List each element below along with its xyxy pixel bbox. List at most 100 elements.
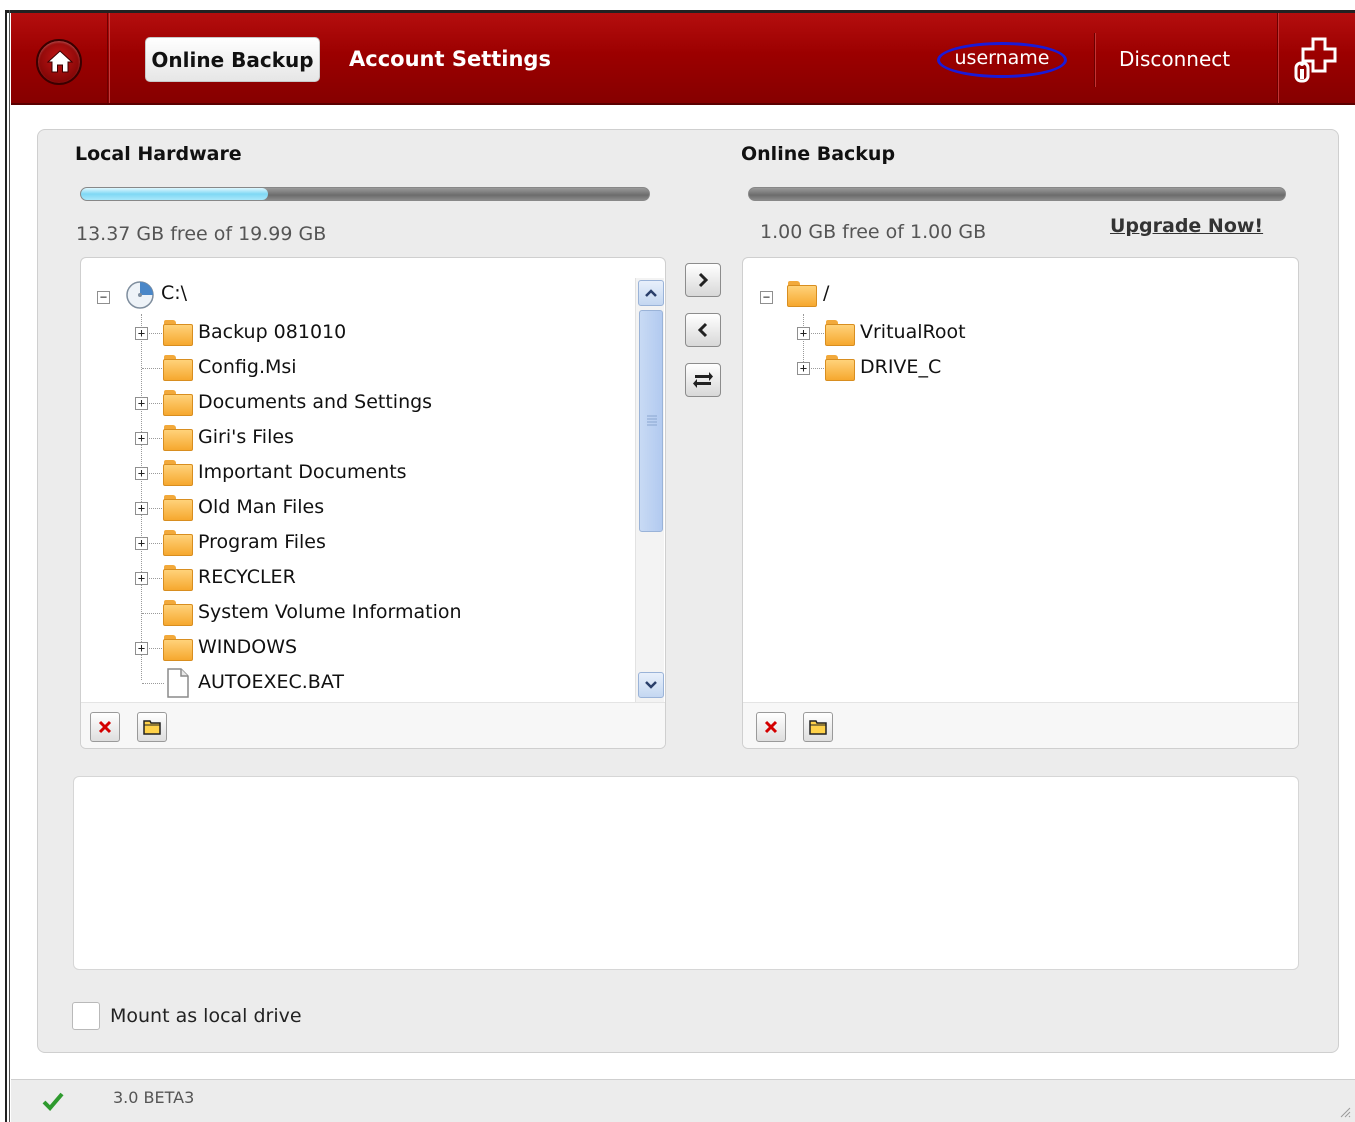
folder-icon [143, 720, 161, 735]
folder-icon [163, 600, 193, 626]
expand-toggle[interactable]: + [135, 467, 148, 480]
expand-toggle[interactable]: + [135, 502, 148, 515]
tree-item-label[interactable]: Documents and Settings [198, 391, 432, 413]
tree-item-label[interactable]: Backup 081010 [198, 321, 346, 343]
folder-icon [825, 355, 855, 381]
disconnect-button[interactable]: Disconnect [1119, 37, 1230, 82]
collapse-toggle[interactable]: − [760, 291, 773, 304]
folder-icon [809, 720, 827, 735]
collapse-toggle[interactable]: − [97, 291, 110, 304]
mount-checkbox[interactable] [72, 1002, 100, 1030]
expand-toggle[interactable]: + [135, 327, 148, 340]
tree-item-label[interactable]: AUTOEXEC.BAT [198, 671, 344, 693]
online-backup-title: Online Backup [741, 143, 896, 165]
nav-divider [109, 13, 110, 103]
local-tree-scrollbar[interactable] [635, 278, 664, 702]
chevron-right-icon [698, 272, 709, 288]
folder-icon [787, 281, 817, 307]
tree-item-label[interactable]: RECYCLER [198, 566, 296, 588]
new-folder-button[interactable] [137, 712, 167, 742]
tab-online-backup[interactable]: Online Backup [145, 37, 320, 82]
home-cell [11, 13, 108, 103]
online-tree-toolbar [743, 702, 1298, 748]
sync-icon [693, 372, 713, 388]
close-icon [764, 720, 778, 734]
folder-icon [163, 495, 193, 521]
sync-button[interactable] [685, 363, 721, 397]
version-label: 3.0 BETA3 [113, 1088, 195, 1107]
backup-panel: Local Hardware 13.37 GB free of 19.99 GB… [37, 129, 1339, 1053]
folder-icon [163, 390, 193, 416]
chevron-up-icon [645, 289, 657, 297]
folder-icon [825, 320, 855, 346]
copy-to-online-button[interactable] [685, 263, 721, 297]
expand-toggle[interactable]: + [797, 362, 810, 375]
folder-icon [163, 565, 193, 591]
copy-to-local-button[interactable] [685, 313, 721, 347]
online-file-tree: − / + VritualRoot + DRIVE_C [742, 257, 1299, 749]
header-separator [1094, 33, 1096, 87]
upgrade-now-link[interactable]: Upgrade Now! [1110, 215, 1263, 237]
plugin-icon[interactable] [1291, 33, 1349, 87]
folder-icon [163, 425, 193, 451]
close-icon [98, 720, 112, 734]
scroll-up-button[interactable] [638, 280, 664, 306]
header-bar: Online Backup Account Settings username … [11, 13, 1355, 105]
tree-connector [142, 683, 164, 684]
tree-item-label[interactable]: Old Man Files [198, 496, 324, 518]
scroll-thumb[interactable] [639, 310, 663, 532]
resize-grip-icon[interactable] [1339, 1106, 1351, 1118]
folder-icon [163, 635, 193, 661]
local-tree-toolbar [81, 702, 665, 748]
folder-icon [163, 355, 193, 381]
tree-item-label[interactable]: WINDOWS [198, 636, 297, 658]
online-space-text: 1.00 GB free of 1.00 GB [760, 221, 987, 243]
folder-icon [163, 530, 193, 556]
username-label[interactable]: username [937, 42, 1067, 78]
tree-item-label[interactable]: Program Files [198, 531, 326, 553]
tree-item-label[interactable]: Important Documents [198, 461, 407, 483]
tree-connector [142, 368, 164, 369]
expand-toggle[interactable]: + [135, 572, 148, 585]
expand-toggle[interactable]: + [797, 327, 810, 340]
delete-button[interactable] [90, 712, 120, 742]
drive-icon [126, 281, 154, 309]
tree-root-label[interactable]: / [823, 282, 829, 304]
file-icon [167, 668, 189, 698]
tree-item-label[interactable]: VritualRoot [860, 321, 966, 343]
expand-toggle[interactable]: + [135, 397, 148, 410]
tree-item-label[interactable]: Config.Msi [198, 356, 297, 378]
activity-log [73, 776, 1299, 970]
home-icon [46, 50, 74, 73]
header-separator [1277, 13, 1279, 103]
folder-icon [163, 320, 193, 346]
folder-icon [163, 460, 193, 486]
grip-icon [647, 415, 657, 426]
tree-item-label[interactable]: System Volume Information [198, 601, 462, 623]
local-space-text: 13.37 GB free of 19.99 GB [76, 223, 327, 245]
home-button[interactable] [36, 39, 82, 85]
checkmark-icon [42, 1092, 64, 1111]
expand-toggle[interactable]: + [135, 432, 148, 445]
local-file-tree: − C:\ + Backup 081010 Config.Msi + Documents… [80, 257, 666, 749]
tree-item-label[interactable]: Giri's Files [198, 426, 294, 448]
window-border-left-inner [9, 10, 10, 1122]
window-border-left [5, 10, 7, 1122]
local-hardware-title: Local Hardware [75, 143, 242, 165]
new-folder-button[interactable] [803, 712, 833, 742]
tree-item-label[interactable]: DRIVE_C [860, 356, 941, 378]
tree-connector [142, 613, 164, 614]
scroll-down-button[interactable] [638, 672, 664, 698]
chevron-down-icon [645, 681, 657, 689]
mount-label[interactable]: Mount as local drive [110, 1002, 302, 1030]
online-usage-bar [748, 187, 1286, 201]
local-usage-fill [81, 188, 269, 200]
tree-root-label[interactable]: C:\ [161, 282, 187, 304]
expand-toggle[interactable]: + [135, 642, 148, 655]
tab-account-settings[interactable]: Account Settings [349, 37, 551, 82]
tree-guide-line [803, 314, 804, 366]
delete-button[interactable] [756, 712, 786, 742]
app-window: Online Backup Account Settings username … [0, 0, 1355, 1122]
chevron-left-icon [697, 322, 708, 338]
expand-toggle[interactable]: + [135, 537, 148, 550]
